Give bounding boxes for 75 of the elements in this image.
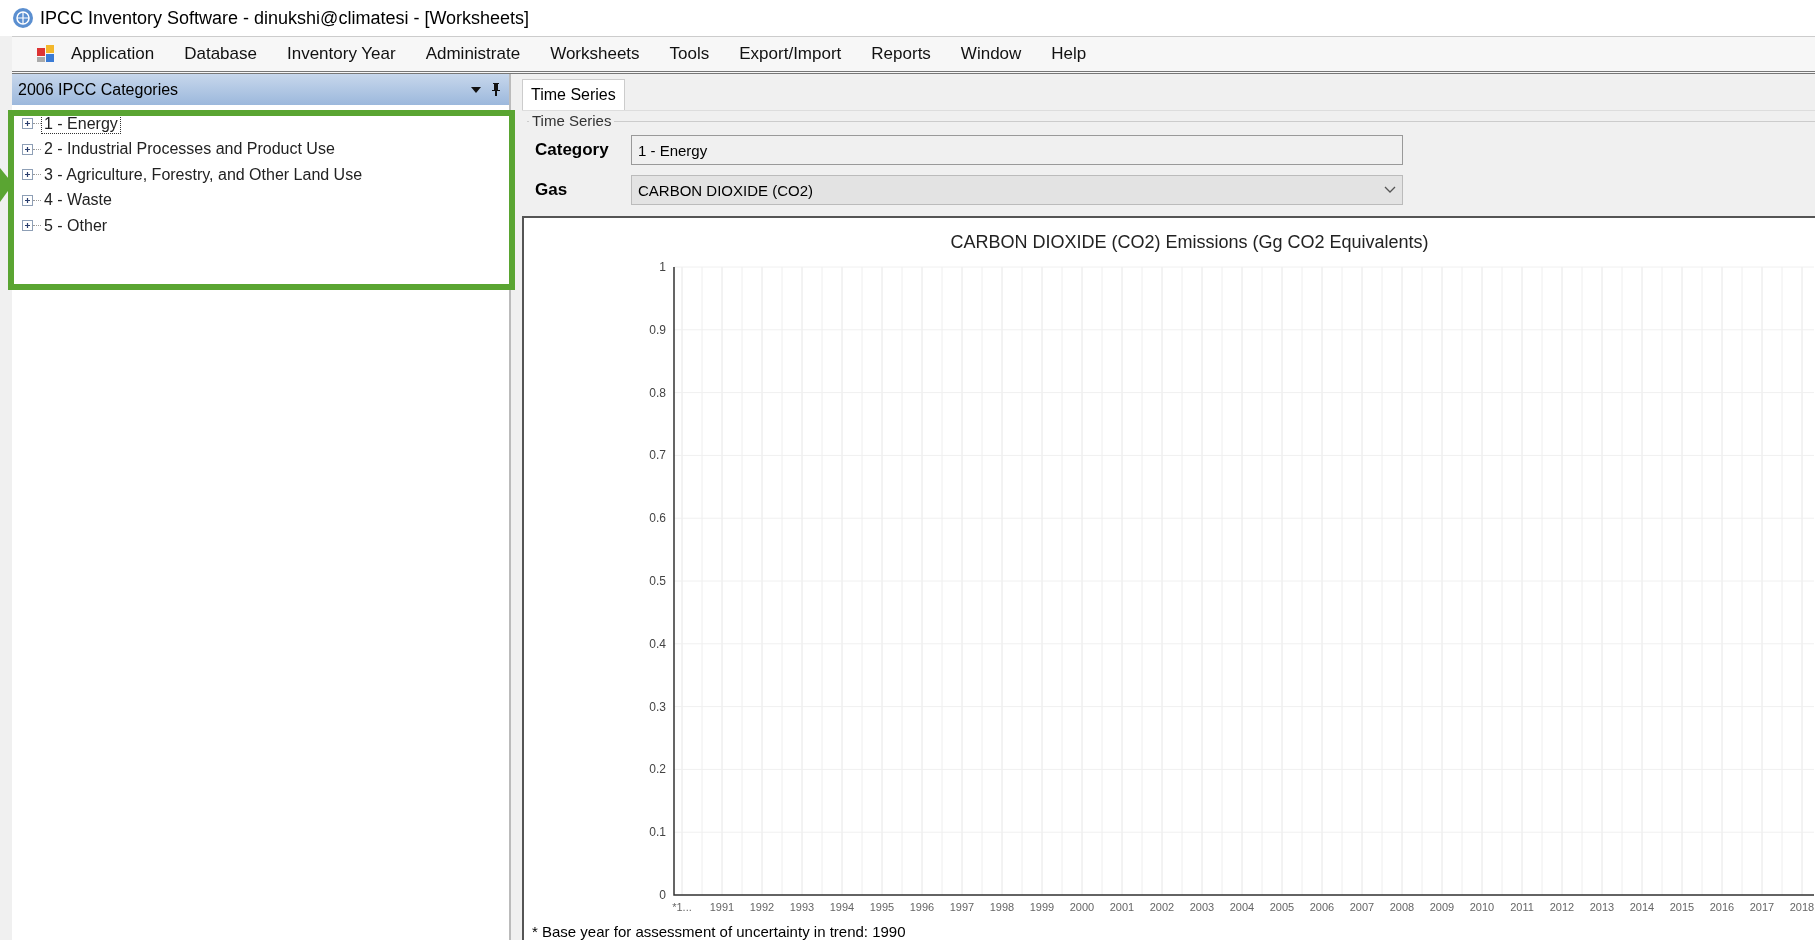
expand-icon[interactable]	[22, 169, 33, 181]
menu-item[interactable]: Window	[945, 44, 1037, 64]
x-tick-label: 2006	[1309, 901, 1335, 913]
y-tick-label: 0.1	[649, 825, 666, 840]
x-tick-label: 2009	[1429, 901, 1455, 913]
window-title: IPCC Inventory Software - dinukshi@climatesi - [Worksheets]	[40, 7, 530, 29]
y-tick-label: 0.8	[649, 385, 666, 400]
globe-icon	[12, 7, 34, 29]
tree-item[interactable]: 3 - Agriculture, Forestry, and Other Land Use	[41, 164, 366, 185]
tree-item[interactable]: 2 - Industrial Processes and Product Use	[41, 139, 338, 160]
tab[interactable]: Time Series	[522, 79, 625, 110]
x-tick-label: 2005	[1269, 901, 1295, 913]
x-tick-label: 2002	[1149, 901, 1175, 913]
x-tick-label: 1994	[829, 901, 855, 913]
x-tick-label: 1996	[909, 901, 935, 913]
x-tick-label: 2004	[1229, 901, 1255, 913]
x-tick-label: 2011	[1510, 901, 1534, 913]
x-tick-label: *1...	[672, 901, 692, 913]
x-tick-label: 2017	[1749, 901, 1775, 913]
x-tick-label: 1998	[989, 901, 1015, 913]
pin-icon[interactable]	[491, 83, 501, 96]
expand-icon[interactable]	[22, 194, 33, 206]
tree-item[interactable]: 4 - Waste	[41, 190, 115, 211]
x-tick-label: 2013	[1589, 901, 1615, 913]
x-tick-label: 2007	[1349, 901, 1375, 913]
tree-item[interactable]: 5 - Other	[41, 215, 111, 236]
y-tick-label: 0.3	[649, 699, 666, 714]
menu-item[interactable]: Tools	[654, 44, 725, 64]
menu-item[interactable]: Inventory Year	[271, 44, 411, 64]
menu-item[interactable]: Reports	[856, 44, 946, 64]
y-tick-label: 0.6	[649, 511, 666, 526]
x-tick-label: 1999	[1029, 901, 1055, 913]
menu-item[interactable]: Help	[1036, 44, 1102, 64]
x-tick-label: 1995	[869, 901, 895, 913]
menu-item[interactable]: Worksheets	[535, 44, 655, 64]
chevron-icon	[1384, 186, 1396, 194]
expand-icon[interactable]	[22, 143, 33, 155]
y-tick-label: 0.4	[649, 636, 666, 651]
chart-title: CARBON DIOXIDE (CO2) Emissions (Gg CO2 Equivalents)	[949, 232, 1430, 253]
menu-item[interactable]: Application	[56, 44, 170, 64]
y-tick-label: 0	[659, 888, 666, 902]
app-icon[interactable]	[36, 44, 56, 64]
field-label: Gas	[535, 180, 569, 200]
x-tick-label: 2008	[1389, 901, 1415, 913]
y-tick-label: 1	[659, 260, 666, 274]
y-tick-label: 0.5	[649, 574, 666, 588]
x-tick-label: 2000	[1069, 901, 1095, 913]
x-tick-label: 2016	[1709, 901, 1735, 913]
x-tick-label: 1993	[789, 901, 815, 913]
y-tick-label: 0.9	[649, 322, 666, 337]
field-label: Category	[535, 140, 610, 160]
x-tick-label: 2014	[1629, 901, 1655, 913]
y-tick-label: 0.2	[649, 762, 666, 777]
x-tick-label: 2018	[1789, 901, 1814, 913]
x-tick-label: 2001	[1109, 901, 1135, 913]
x-tick-label: 1997	[949, 901, 975, 913]
group-title: Time Series	[529, 112, 615, 129]
x-tick-label: 1992	[749, 901, 775, 913]
menu-item[interactable]: Database	[169, 44, 272, 64]
panel-title: 2006 IPCC Categories	[18, 80, 180, 99]
expand-icon[interactable]	[22, 220, 33, 232]
x-tick-label: 2015	[1669, 901, 1695, 913]
gas-dropdown[interactable]: CARBON DIOXIDE (CO2)	[631, 175, 1403, 205]
dropdown-value: CARBON DIOXIDE (CO2)	[638, 181, 814, 199]
menu-item[interactable]: Export/Import	[724, 44, 857, 64]
footnote: * Base year for assessment of uncertainty in trend: 1990	[532, 923, 907, 940]
dropdown-icon[interactable]	[471, 86, 481, 93]
menu-item[interactable]: Administrate	[410, 44, 536, 64]
x-tick-label: 2010	[1469, 901, 1495, 913]
expand-icon[interactable]	[22, 118, 33, 130]
x-tick-label: 2003	[1189, 901, 1215, 913]
input-field[interactable]: 1 - Energy	[631, 135, 1403, 165]
x-tick-label: 2012	[1549, 901, 1575, 913]
y-tick-label: 0.7	[649, 448, 666, 463]
x-tick-label: 1991	[709, 901, 735, 913]
